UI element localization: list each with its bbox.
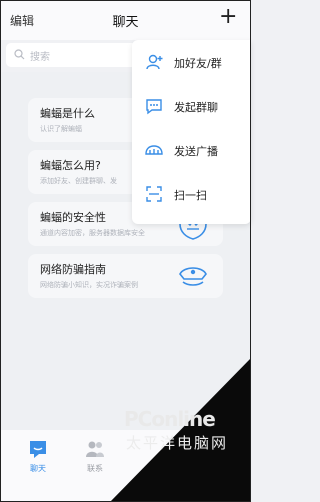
screen-border <box>0 0 251 502</box>
